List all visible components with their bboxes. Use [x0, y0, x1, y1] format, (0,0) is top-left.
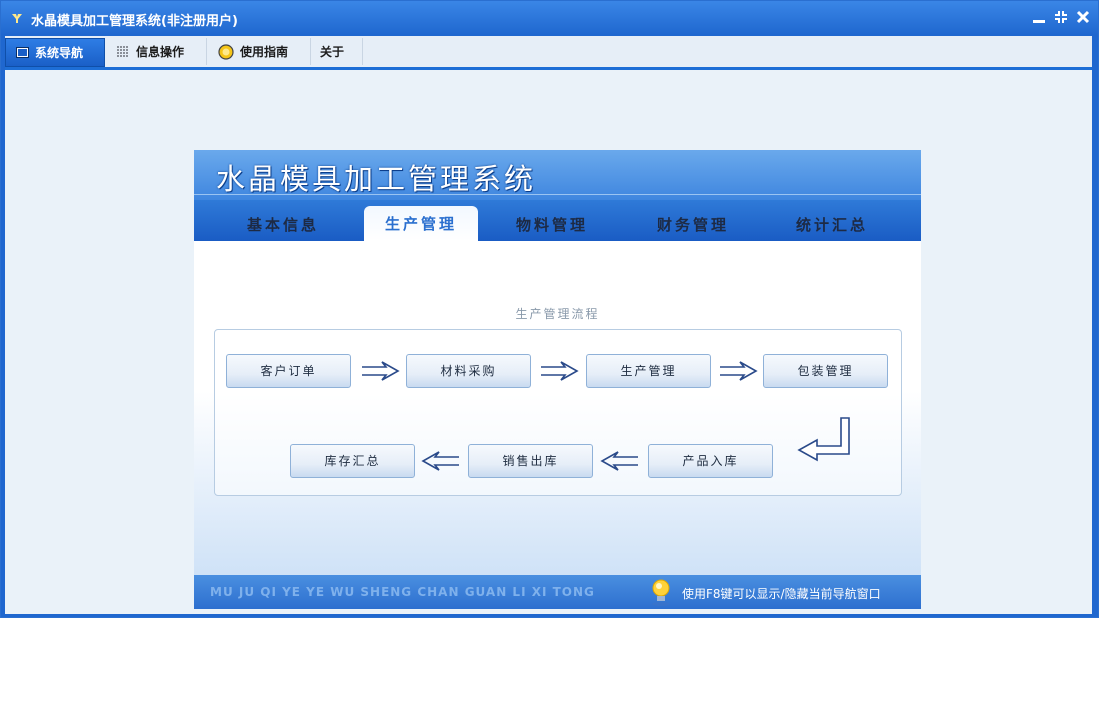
step-inventory-summary[interactable]: 库存汇总	[290, 444, 415, 478]
help-icon	[218, 43, 234, 60]
tab-finance[interactable]: 财务管理	[657, 214, 729, 235]
restore-icon	[1055, 11, 1067, 23]
close-icon	[1076, 10, 1090, 24]
app-logo-icon	[12, 14, 22, 23]
flow-area: 生产管理流程 客户订单 材料采购 生产管理 包装管理 库存汇总 销售出库 产品入…	[194, 241, 921, 575]
close-button[interactable]	[1076, 9, 1090, 25]
tab-basic-info[interactable]: 基本信息	[247, 214, 319, 235]
tab-statistics[interactable]: 统计汇总	[796, 214, 868, 235]
panel-footer: MU JU QI YE YE WU SHENG CHAN GUAN LI XI …	[194, 575, 921, 609]
tab-production[interactable]: 生产管理	[364, 206, 478, 241]
step-customer-order[interactable]: 客户订单	[226, 354, 351, 388]
menu-label: 系统导航	[35, 46, 84, 60]
window-controls	[1032, 9, 1090, 25]
arrow-left-icon	[421, 451, 459, 471]
grid-icon	[117, 46, 128, 57]
divider	[194, 194, 921, 195]
arrow-right-icon	[541, 361, 579, 381]
turn-arrow-icon	[797, 417, 850, 462]
step-material-purchase[interactable]: 材料采购	[406, 354, 531, 388]
menu-system-nav[interactable]: 系统导航	[5, 38, 105, 67]
minimize-button[interactable]	[1032, 9, 1046, 25]
step-sales-outbound[interactable]: 销售出库	[468, 444, 593, 478]
menu-user-guide[interactable]: 使用指南	[208, 38, 311, 65]
menu-label: 信息操作	[136, 45, 185, 59]
window-title: 水晶模具加工管理系统(非注册用户)	[31, 14, 238, 29]
navigation-panel: 水晶模具加工管理系统 基本信息 生产管理 物料管理 财务管理 统计汇总 生产管理…	[194, 150, 921, 609]
menu-about[interactable]: 关于	[310, 38, 363, 65]
restore-button[interactable]	[1054, 9, 1068, 25]
tab-materials[interactable]: 物料管理	[516, 214, 588, 235]
menu-bar: 系统导航 信息操作 使用指南 关于	[5, 36, 1092, 70]
lightbulb-icon	[652, 579, 670, 606]
step-product-inbound[interactable]: 产品入库	[648, 444, 773, 478]
footer-pinyin: MU JU QI YE YE WU SHENG CHAN GUAN LI XI …	[210, 585, 595, 599]
menu-label: 使用指南	[240, 45, 289, 59]
flow-diagram: 客户订单 材料采购 生产管理 包装管理 库存汇总 销售出库 产品入库	[214, 329, 902, 496]
arrow-right-icon	[362, 361, 400, 381]
tab-bar: 基本信息 生产管理 物料管理 财务管理 统计汇总	[194, 200, 921, 241]
step-packaging[interactable]: 包装管理	[763, 354, 888, 388]
footer-hint: 使用F8键可以显示/隐藏当前导航窗口	[682, 587, 881, 601]
title-bar[interactable]: 水晶模具加工管理系统(非注册用户)	[1, 1, 1098, 35]
flow-title: 生产管理流程	[515, 307, 600, 321]
arrow-right-icon	[720, 361, 758, 381]
monitor-icon	[16, 47, 29, 58]
step-production-management[interactable]: 生产管理	[586, 354, 711, 388]
panel-header: 水晶模具加工管理系统	[194, 150, 921, 200]
minimize-icon	[1033, 20, 1045, 23]
menu-label: 关于	[320, 45, 345, 59]
panel-title: 水晶模具加工管理系统	[216, 162, 537, 196]
arrow-left-icon	[600, 451, 638, 471]
menu-info-ops[interactable]: 信息操作	[107, 38, 207, 65]
